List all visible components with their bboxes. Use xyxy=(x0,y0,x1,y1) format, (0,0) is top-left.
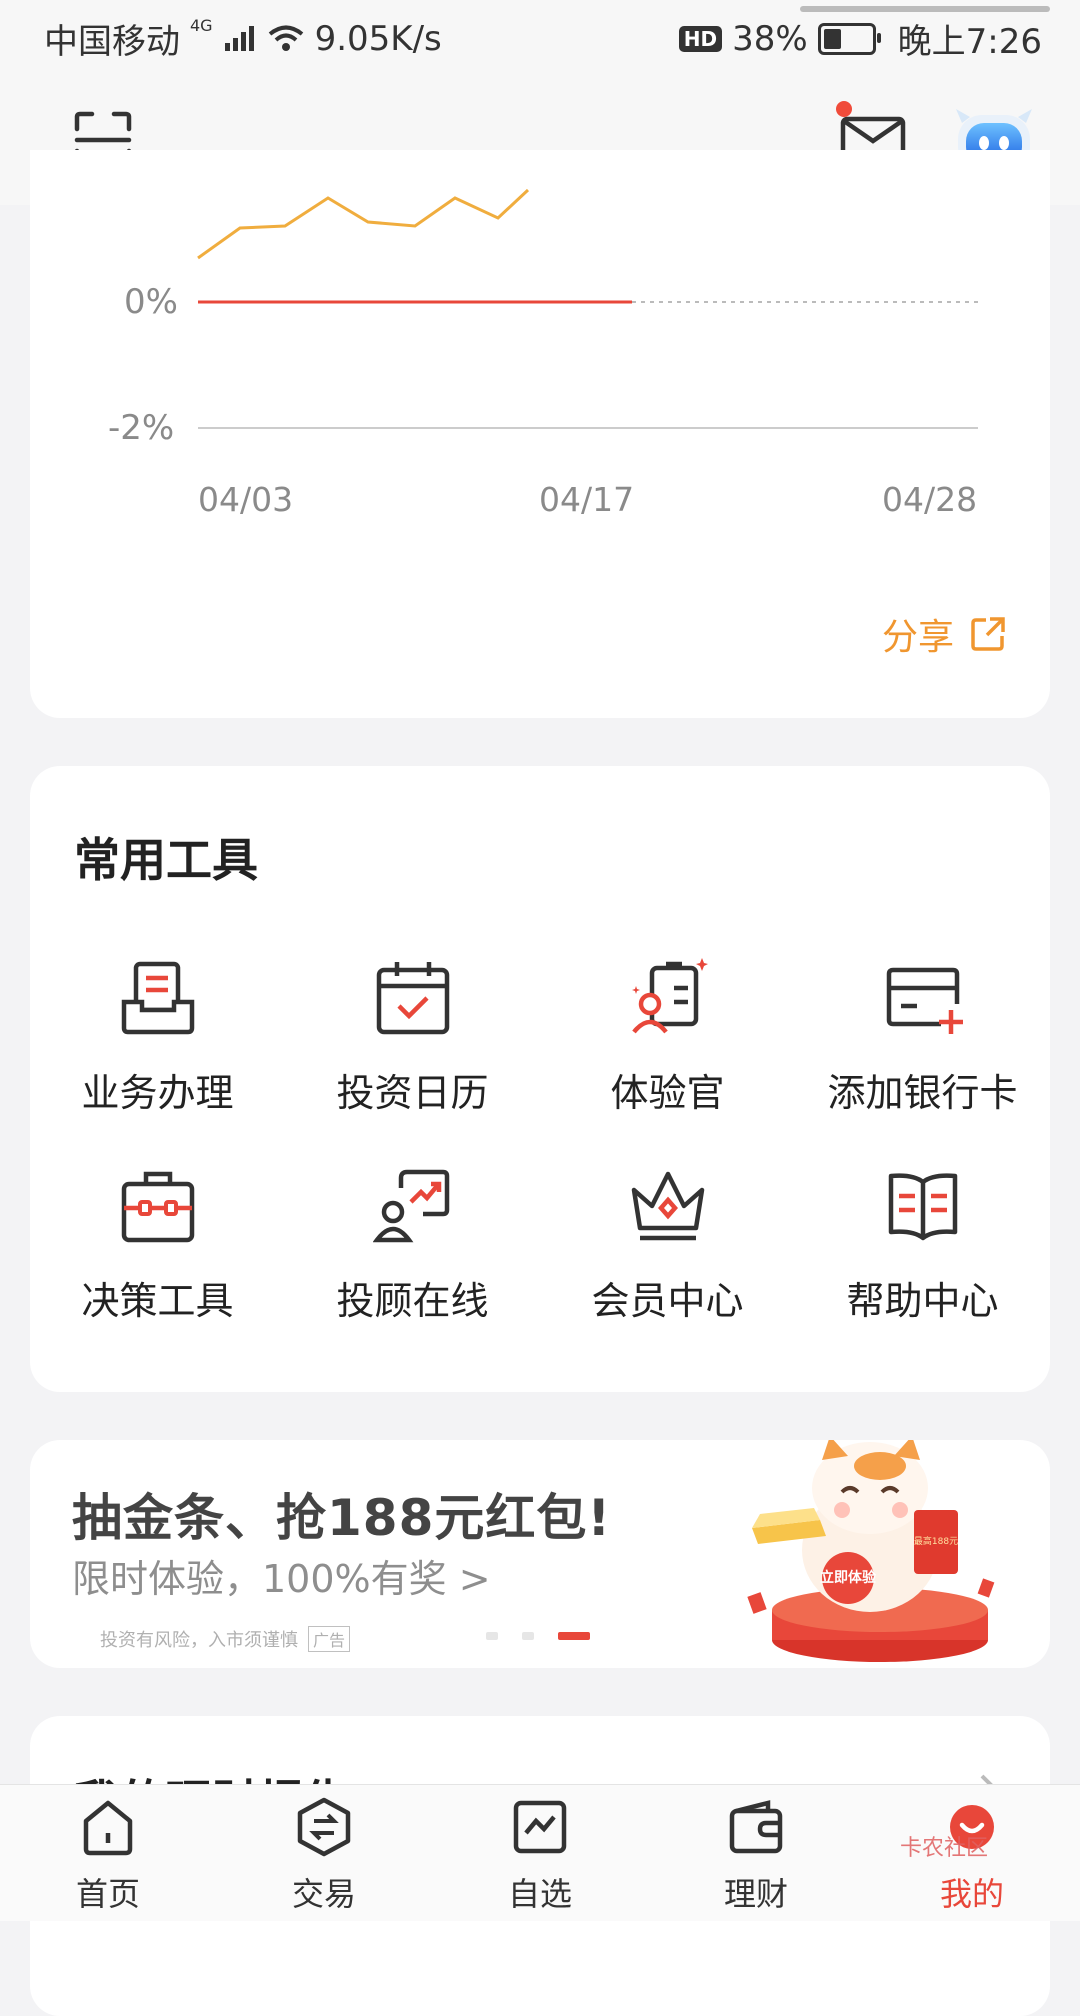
tool-member-center[interactable]: 会员中心 xyxy=(540,1166,795,1346)
section-title: 常用工具 xyxy=(74,833,258,887)
tab-label: 首页 xyxy=(75,1875,140,1913)
lucky-cat-illustration: 立即体验 最高188元 xyxy=(747,1440,995,1662)
experience-officer-icon xyxy=(631,958,708,1034)
share-icon xyxy=(971,617,1005,651)
art-badge-text: 立即体验 xyxy=(820,1569,877,1586)
advisor-chat-icon xyxy=(372,1169,449,1243)
watchlist-icon xyxy=(513,1800,567,1854)
wallet-icon xyxy=(729,1800,783,1854)
common-tools-card: 常用工具 业务办理 投资日历 体验官 添加银行卡 决策工具 投顾在线 会员中心 … xyxy=(30,766,1050,1392)
tool-label: 体验官 xyxy=(610,1071,725,1115)
watermark: 卡农社区 xyxy=(900,1836,989,1861)
hd-badge: HD xyxy=(678,25,723,52)
carousel-dot xyxy=(486,1632,498,1640)
tool-label: 业务办理 xyxy=(81,1071,234,1115)
tool-label: 投资日历 xyxy=(336,1071,489,1115)
crown-icon xyxy=(631,1171,704,1241)
y-tick-label: -2% xyxy=(108,408,175,448)
toolbox-icon xyxy=(121,1171,194,1243)
tab-wealth[interactable]: 理财 xyxy=(648,1797,864,1915)
trade-icon xyxy=(297,1797,351,1857)
tool-label: 会员中心 xyxy=(591,1279,744,1323)
art-card-text: 最高188元 xyxy=(914,1535,958,1547)
y-tick-label: 0% xyxy=(124,282,178,322)
status-bar: 中国移动 4G 9.05K/s HD 38% 晚上7:26 xyxy=(0,0,1080,75)
risk-disclaimer: 投资有风险，入市须谨慎 广告 xyxy=(100,1626,351,1652)
battery-icon xyxy=(817,22,881,55)
calendar-check-icon xyxy=(376,962,449,1035)
tool-label: 决策工具 xyxy=(81,1279,234,1323)
x-tick-label: 04/03 xyxy=(198,480,294,519)
x-tick-label: 04/28 xyxy=(882,480,978,519)
tool-invest-calendar[interactable]: 投资日历 xyxy=(285,958,540,1138)
ad-tag: 广告 xyxy=(308,1626,351,1652)
battery-percent: 38% xyxy=(732,18,808,59)
unread-dot xyxy=(836,101,852,117)
carousel-dot xyxy=(522,1632,534,1640)
tool-decision[interactable]: 决策工具 xyxy=(30,1166,285,1346)
tab-home[interactable]: 首页 xyxy=(0,1797,216,1915)
tab-label: 自选 xyxy=(507,1875,572,1913)
carrier-label: 中国移动 xyxy=(44,22,180,62)
share-label: 分享 xyxy=(881,617,954,658)
tool-label: 投顾在线 xyxy=(336,1279,489,1323)
chart-baselines xyxy=(198,300,978,429)
wifi-icon xyxy=(268,25,303,51)
banner-title: 抽金条、抢188元红包! xyxy=(72,1489,612,1547)
network-type: 4G xyxy=(190,16,213,35)
tool-experience-officer[interactable]: 体验官 xyxy=(540,958,795,1138)
notification-handle xyxy=(800,6,1050,12)
risk-text: 投资有风险，入市须谨慎 xyxy=(100,1630,298,1651)
home-icon xyxy=(83,1800,133,1856)
business-tray-icon xyxy=(121,961,194,1035)
banner-subtitle[interactable]: 限时体验，100%有奖 > xyxy=(72,1548,491,1603)
carousel-dot xyxy=(558,1632,590,1640)
tab-label: 交易 xyxy=(291,1875,356,1913)
tab-label: 理财 xyxy=(723,1875,788,1913)
tab-watchlist[interactable]: 自选 xyxy=(432,1797,648,1915)
network-speed: 9.05K/s xyxy=(314,18,442,59)
share-button[interactable]: 分享 xyxy=(882,608,1006,660)
tab-label: 我的 xyxy=(939,1875,1004,1913)
tool-add-bank-card[interactable]: 添加银行卡 xyxy=(795,958,1050,1138)
x-tick-label: 04/17 xyxy=(539,480,635,519)
promo-banner[interactable]: 抽金条、抢188元红包! 限时体验，100%有奖 > 投资有风险，入市须谨慎 广… xyxy=(30,1440,1050,1668)
clock: 晚上7:26 xyxy=(897,22,1042,62)
add-card-icon xyxy=(886,967,963,1034)
tool-business[interactable]: 业务办理 xyxy=(30,958,285,1138)
tool-label: 添加银行卡 xyxy=(827,1071,1018,1115)
signal-icon xyxy=(224,25,254,51)
tool-help-center[interactable]: 帮助中心 xyxy=(795,1166,1050,1346)
book-icon xyxy=(888,1173,957,1241)
tab-trade[interactable]: 交易 xyxy=(216,1797,432,1915)
tool-advisor-online[interactable]: 投顾在线 xyxy=(285,1166,540,1346)
tool-label: 帮助中心 xyxy=(846,1279,999,1323)
return-chart-card: 0% -2% 04/03 04/17 04/28 分享 xyxy=(30,150,1050,718)
carousel-indicator xyxy=(486,1632,590,1640)
